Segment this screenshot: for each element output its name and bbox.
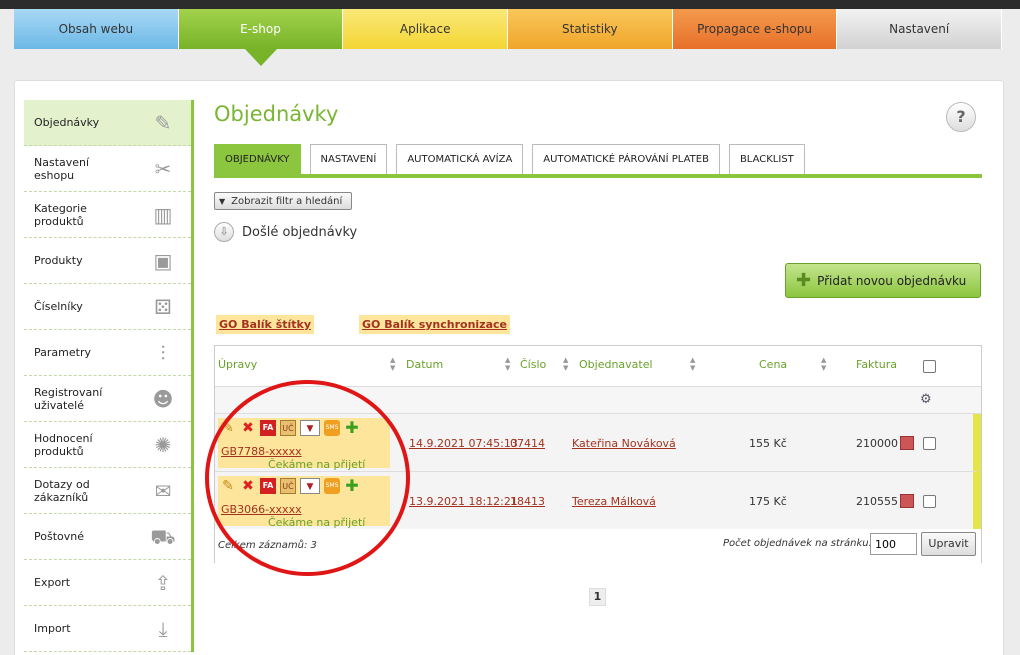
sidebar-item-label: Číselníky <box>34 300 83 313</box>
page-title: Objednávky <box>214 102 339 126</box>
add-order-label: Přidat novou objednávku <box>817 273 967 288</box>
tab-objednavky[interactable]: OBJEDNÁVKY <box>214 144 301 174</box>
sidebar-item-ciselniky[interactable]: Číselníky ⚄ <box>24 284 191 330</box>
tab-parovani-plateb[interactable]: AUTOMATICKÉ PÁROVÁNÍ PLATEB <box>532 144 720 174</box>
tab-automaticka-aviza[interactable]: AUTOMATICKÁ AVÍZA <box>396 144 524 174</box>
truck-icon: ⛟ <box>150 525 176 549</box>
invoice-number: 210555 <box>856 495 898 508</box>
header-cena[interactable]: Cena <box>759 358 787 371</box>
arrow-down-icon: ⇩ <box>214 222 234 242</box>
sidebar-item-label: Dotazy od zákazníků <box>34 477 90 504</box>
chevron-down-icon: ▼ <box>219 196 226 206</box>
customer-link[interactable]: Kateřina Nováková <box>572 437 676 450</box>
sidebar-item-label: Kategorie produktů <box>34 201 87 228</box>
select-all-checkbox[interactable] <box>923 360 936 373</box>
sidebar-item-export[interactable]: Export ⇪ <box>24 560 191 606</box>
highlight-circle <box>205 380 410 576</box>
rating-icon: ✺ <box>154 433 172 457</box>
sidebar-item-parametry[interactable]: Parametry ⫶ <box>24 330 191 376</box>
order-price: 155 Kč <box>749 437 787 450</box>
sidebar-item-label: Registrovaní uživatelé <box>34 385 103 412</box>
row-checkbox[interactable] <box>923 437 936 450</box>
per-page-label: Počet objednávek na stránku: <box>723 538 872 549</box>
download-icon: ⤓ <box>158 617 168 641</box>
sliders-icon: ⫶ <box>160 341 166 365</box>
sidebar-item-hodnoceni[interactable]: Hodnocení produktů ✺ <box>24 422 191 468</box>
go-balik-labels-link[interactable]: GO Balík štítky <box>216 315 315 334</box>
sidebar-item-label: Import <box>34 622 71 635</box>
nav-nastaveni[interactable]: Nastavení <box>837 9 1003 49</box>
sidebar-item-postovne[interactable]: Poštovné ⛟ <box>24 514 191 560</box>
sidebar: Objednávky ✎ Nastavení eshopu ✂ Kategorie … <box>24 100 194 652</box>
tools-icon: ✂ <box>154 157 172 181</box>
sidebar-item-nastaveni-eshopu[interactable]: Nastavení eshopu ✂ <box>24 146 191 192</box>
book-icon: ▥ <box>153 203 173 227</box>
users-icon: ☻ <box>152 387 174 411</box>
nav-aplikace[interactable]: Aplikace <box>343 9 509 49</box>
nav-e-shop[interactable]: E-shop <box>178 9 344 66</box>
pagination-page-1[interactable]: 1 <box>589 588 606 606</box>
sidebar-item-produkty[interactable]: Produkty ▣ <box>24 238 191 284</box>
sidebar-item-label: Parametry <box>34 346 91 359</box>
chat-icon: ✉ <box>154 479 172 503</box>
boxes-icon: ▣ <box>153 249 173 273</box>
header-faktura[interactable]: Faktura <box>856 358 897 371</box>
sort-icon[interactable]: ▲ ▼ <box>690 356 695 372</box>
package-icon[interactable] <box>900 436 914 450</box>
filter-toggle-label: Zobrazit filtr a hledání <box>231 195 343 207</box>
nav-statistiky[interactable]: Statistiky <box>508 9 673 49</box>
top-bar <box>0 0 1020 9</box>
nav-obsah-webu[interactable]: Obsah webu <box>14 9 179 49</box>
tab-blacklist[interactable]: BLACKLIST <box>728 144 805 174</box>
sidebar-item-label: Objednávky <box>34 116 100 129</box>
plus-icon: ✚ <box>796 270 812 291</box>
go-balik-sync-link[interactable]: GO Balík synchronizace <box>359 315 510 334</box>
filter-toggle-button[interactable]: ▼ Zobrazit filtr a hledání <box>214 192 352 210</box>
invoice-number: 210000 <box>856 437 898 450</box>
sidebar-item-label: Poštovné <box>34 530 84 543</box>
table-header: Úpravy ▲ ▼ Datum ▲ ▼ Číslo ▲ ▼ Objednavatel… <box>215 346 981 386</box>
sort-icon[interactable]: ▲ ▼ <box>505 356 510 372</box>
incoming-orders-label: Došlé objednávky <box>242 224 358 240</box>
sidebar-item-label: Produkty <box>34 254 83 267</box>
sidebar-item-objednavky[interactable]: Objednávky ✎ <box>24 100 191 146</box>
sort-icon[interactable]: ▲ ▼ <box>390 356 395 372</box>
row-checkbox[interactable] <box>923 495 936 508</box>
main-navigation: Obsah webu E-shop Aplikace Statistiky Pr… <box>14 9 1003 66</box>
dice-icon: ⚄ <box>154 295 172 319</box>
sidebar-item-label: Nastavení eshopu <box>34 155 90 182</box>
help-icon[interactable]: ? <box>946 102 976 132</box>
settings-gear-icon[interactable]: ⚙ <box>920 392 932 407</box>
clipboard-icon: ✎ <box>154 111 172 135</box>
order-number-link[interactable]: 18413 <box>510 495 545 508</box>
per-page-input[interactable] <box>870 533 917 555</box>
upload-icon: ⇪ <box>154 571 172 595</box>
sort-icon[interactable]: ▲ ▼ <box>821 356 826 372</box>
subtabs: OBJEDNÁVKY NASTAVENÍ AUTOMATICKÁ AVÍZA A… <box>214 144 982 178</box>
sort-icon[interactable]: ▲ ▼ <box>563 356 568 372</box>
apply-button[interactable]: Upravit <box>921 532 976 556</box>
order-price: 175 Kč <box>749 495 787 508</box>
incoming-orders-toggle[interactable]: ⇩ Došlé objednávky <box>214 222 357 242</box>
package-icon[interactable] <box>900 494 914 508</box>
sidebar-item-uzivatele[interactable]: Registrovaní uživatelé ☻ <box>24 376 191 422</box>
add-order-button[interactable]: ✚ Přidat novou objednávku <box>785 263 981 298</box>
nav-propagace-eshopu[interactable]: Propagace e-shopu <box>672 9 838 49</box>
order-number-link[interactable]: 07414 <box>510 437 545 450</box>
header-cislo[interactable]: Číslo <box>520 358 546 371</box>
sidebar-item-label: Hodnocení produktů <box>34 431 93 458</box>
sidebar-item-dotazy[interactable]: Dotazy od zákazníků ✉ <box>24 468 191 514</box>
header-upravy: Úpravy <box>218 358 258 371</box>
tab-nastaveni[interactable]: NASTAVENÍ <box>309 144 388 174</box>
order-date-link[interactable]: 14.9.2021 07:45:13 <box>409 437 518 450</box>
customer-link[interactable]: Tereza Málková <box>572 495 656 508</box>
sidebar-item-import[interactable]: Import ⤓ <box>24 606 191 652</box>
header-datum[interactable]: Datum <box>406 358 443 371</box>
sidebar-item-label: Export <box>34 576 71 589</box>
header-objednavatel[interactable]: Objednavatel <box>579 358 653 371</box>
order-date-link[interactable]: 13.9.2021 18:12:21 <box>409 495 518 508</box>
sidebar-item-kategorie[interactable]: Kategorie produktů ▥ <box>24 192 191 238</box>
